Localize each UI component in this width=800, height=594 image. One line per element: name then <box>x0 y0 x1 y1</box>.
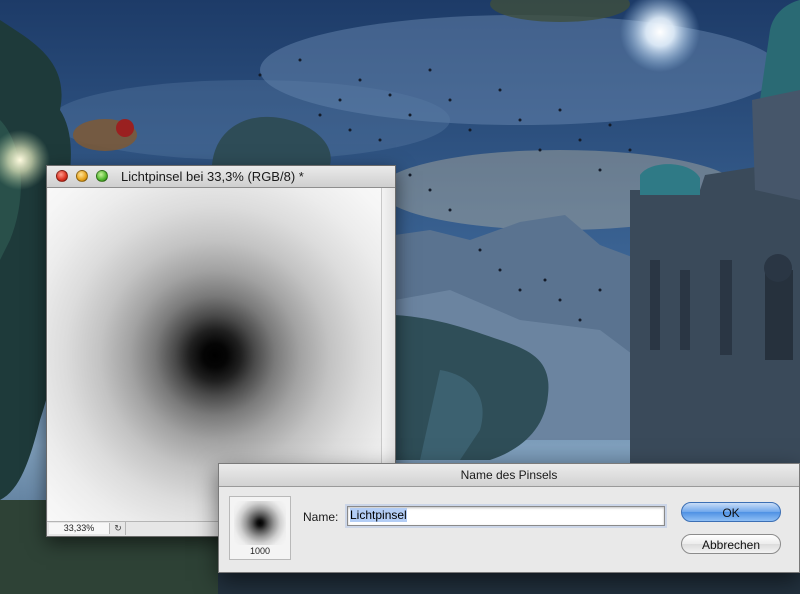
ok-button[interactable]: OK <box>681 502 781 522</box>
name-input[interactable]: Lichtpinsel <box>347 506 665 526</box>
brush-preview: 1000 <box>229 496 291 560</box>
document-title: Lichtpinsel bei 33,3% (RGB/8) * <box>121 169 304 184</box>
name-label: Name: <box>303 510 339 524</box>
minimize-window-icon[interactable] <box>76 170 88 182</box>
cancel-button[interactable]: Abbrechen <box>681 534 781 554</box>
document-titlebar[interactable]: Lichtpinsel bei 33,3% (RGB/8) * <box>47 166 395 188</box>
name-input-value: Lichtpinsel <box>350 508 407 522</box>
dialog-titlebar[interactable]: Name des Pinsels <box>219 464 799 487</box>
status-menu-button[interactable]: ↻ <box>111 522 126 535</box>
zoom-window-icon[interactable] <box>96 170 108 182</box>
brush-name-dialog: Name des Pinsels 1000 Name: Lichtpinsel … <box>218 463 800 573</box>
zoom-level-field[interactable]: 33,33% <box>49 523 110 534</box>
brush-size-label: 1000 <box>249 546 271 556</box>
dialog-title: Name des Pinsels <box>460 468 558 482</box>
arrow-circle-icon: ↻ <box>114 523 122 533</box>
close-window-icon[interactable] <box>56 170 68 182</box>
brush-thumbnail <box>234 501 286 545</box>
